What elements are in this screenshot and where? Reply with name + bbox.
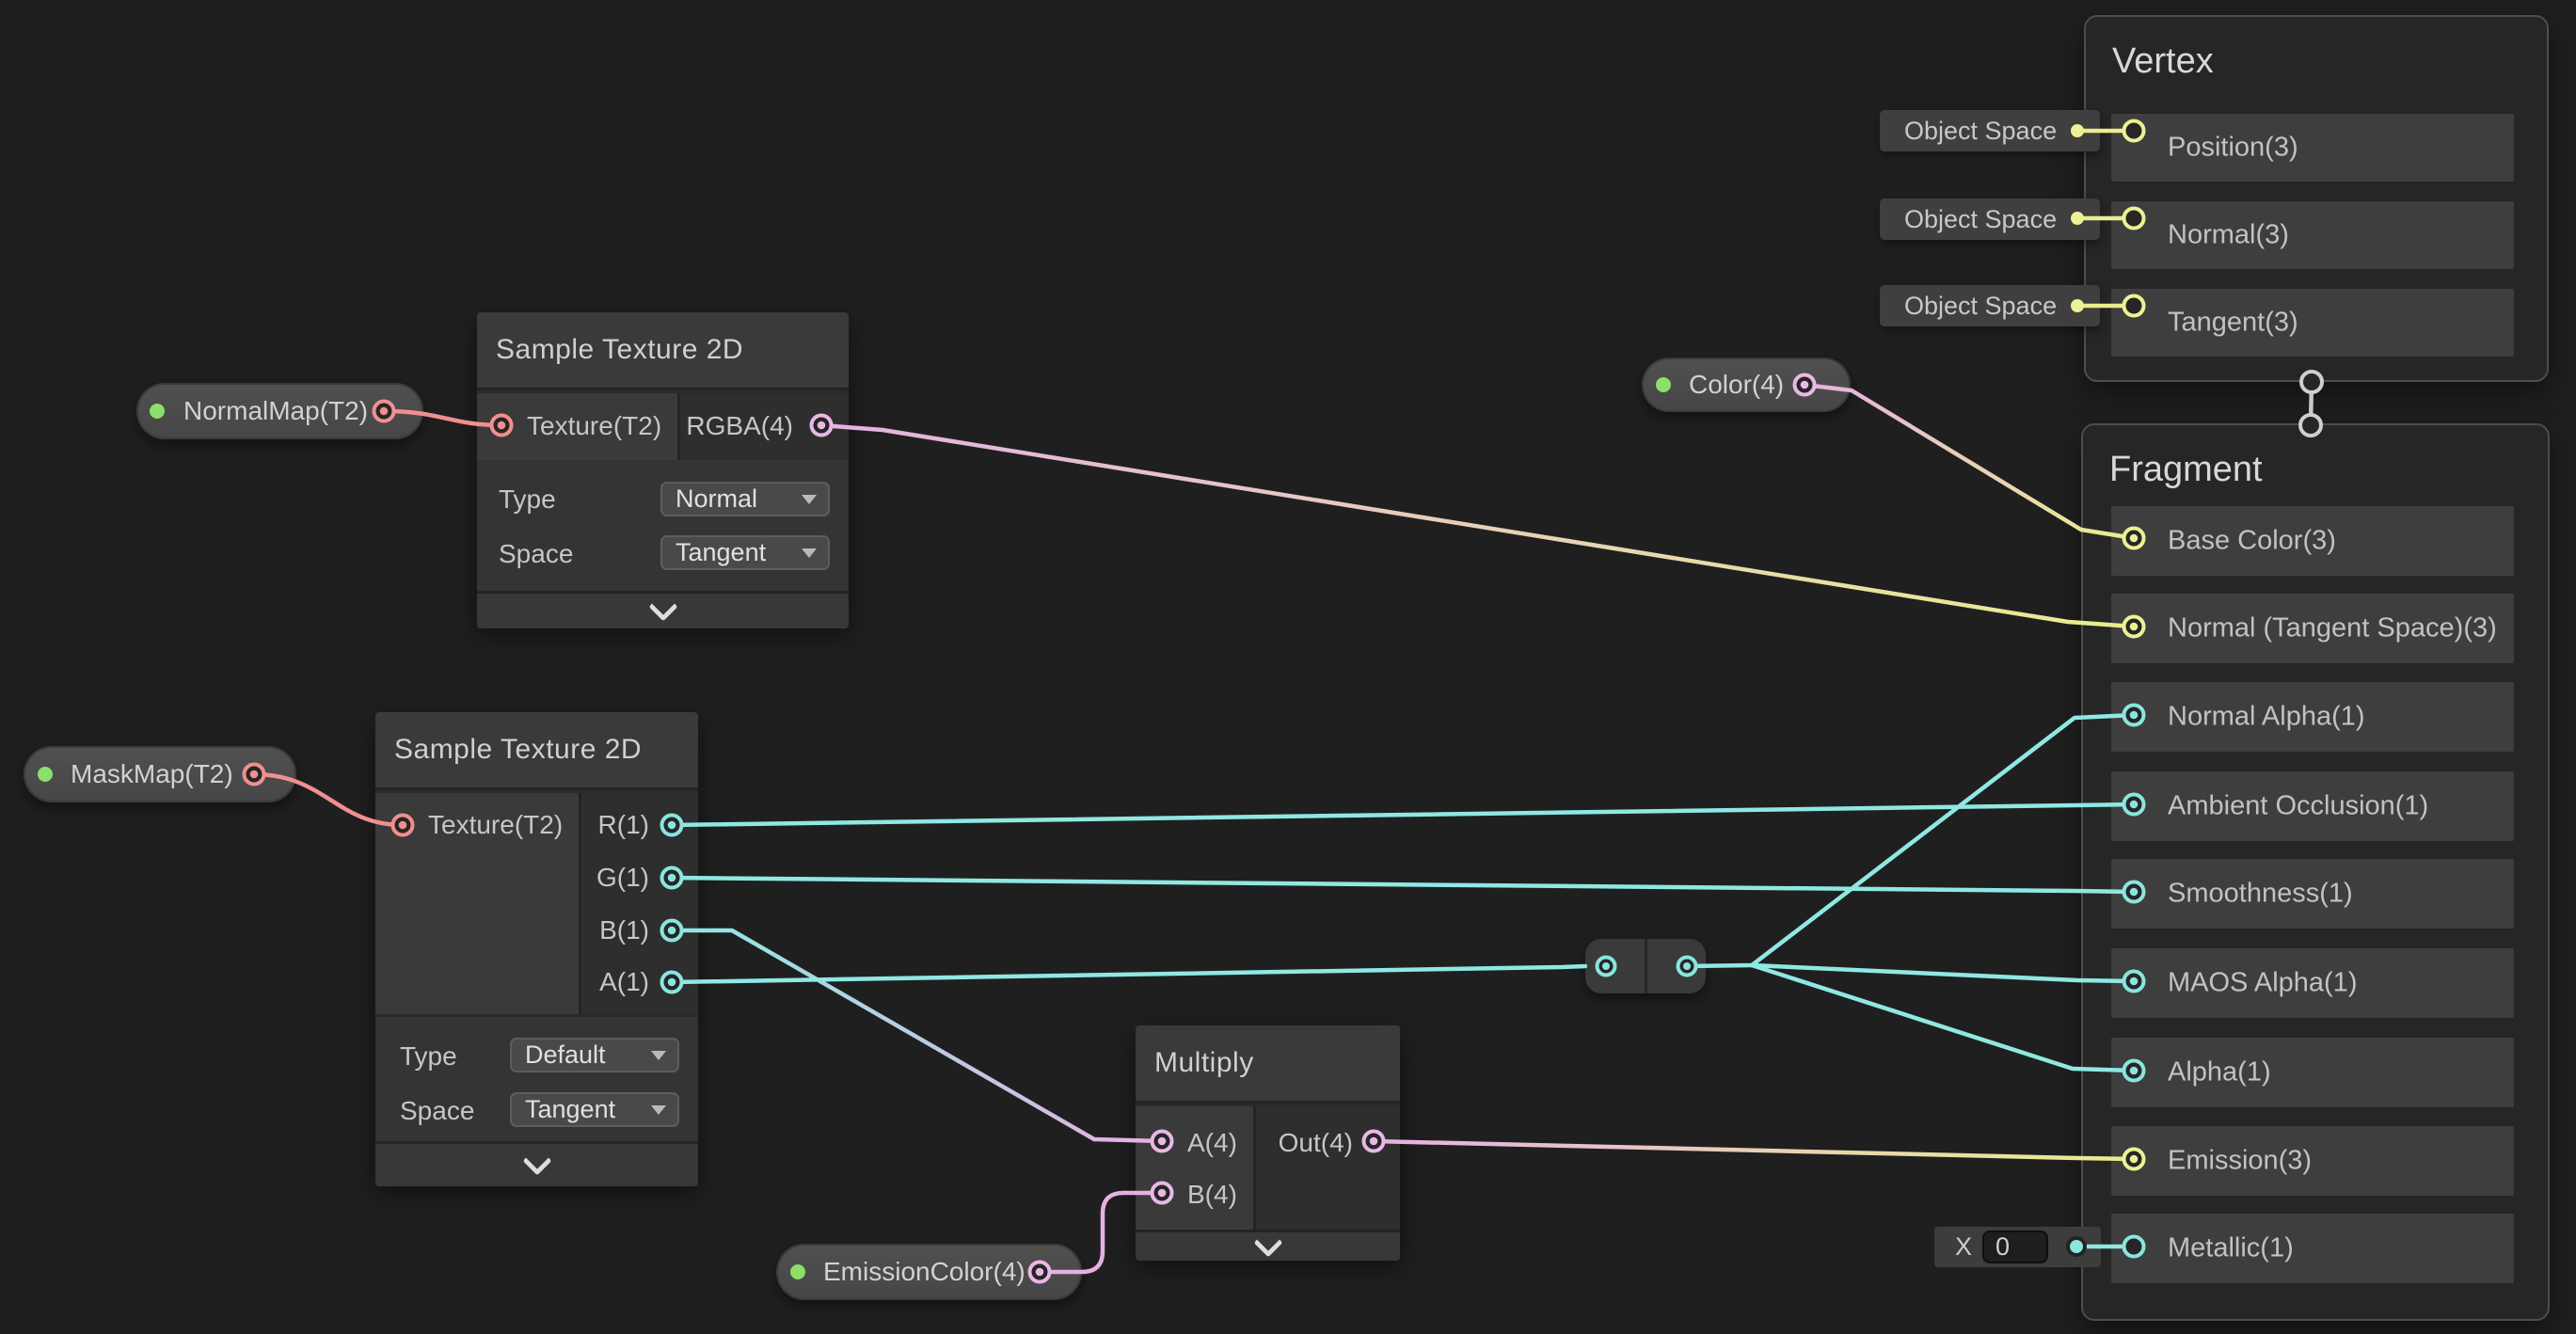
chevron-down-icon (648, 592, 677, 621)
wire-r-to-ambient-occlusion[interactable] (672, 804, 2134, 825)
vertex-slot-position[interactable]: Position(3) (2111, 114, 2514, 182)
fragment-context-node[interactable]: Fragment Base Color(3) Normal (Tangent S… (2081, 423, 2550, 1321)
fragment-slot-alpha[interactable]: Alpha(1) (2111, 1038, 2514, 1107)
slot-label: Normal Alpha(1) (2168, 702, 2365, 733)
space-dropdown-value: Tangent (676, 538, 766, 567)
x-component-label: X (1934, 1232, 1972, 1262)
chevron-down-icon (522, 1146, 551, 1175)
property-pill-normalmap[interactable]: NormalMap(T2) (136, 383, 423, 439)
property-pill-maskmap[interactable]: MaskMap(T2) (24, 746, 296, 802)
a-input-label: A(4) (1187, 1128, 1237, 1158)
texture-input-label: Texture(T2) (428, 810, 563, 840)
wire-multiply-out-to-emission[interactable] (1374, 1141, 2134, 1159)
wire-a-to-redirect[interactable] (672, 966, 1585, 982)
texture-input-label: Texture(T2) (527, 411, 661, 441)
sample-texture-2d-node-top[interactable]: Sample Texture 2D Texture(T2) RGBA(4) Ty… (477, 312, 849, 626)
slot-label: Normal (Tangent Space)(3) (2168, 613, 2497, 644)
dropdown-arrow-icon (802, 548, 817, 558)
input-cell (1136, 1106, 1256, 1230)
type-label: Type (400, 1041, 457, 1072)
multiply-node[interactable]: Multiply A(4) B(4) Out(4) (1136, 1025, 1400, 1258)
fragment-slot-ambient-occlusion[interactable]: Ambient Occlusion(1) (2111, 771, 2514, 841)
node-title: Sample Texture 2D (394, 734, 642, 766)
fragment-slot-normal-tangent-space[interactable]: Normal (Tangent Space)(3) (2111, 594, 2514, 663)
fragment-slot-maos-alpha[interactable]: MAOS Alpha(1) (2111, 948, 2514, 1018)
property-label: NormalMap(T2) (136, 396, 368, 426)
property-label: Color(4) (1642, 370, 1784, 400)
wire-b-to-multiply-a[interactable] (672, 930, 1162, 1141)
dropdown-arrow-icon (802, 495, 817, 504)
b-input-label: B(4) (1187, 1180, 1237, 1210)
dropdown-arrow-icon (651, 1051, 666, 1060)
sample-texture-2d-node-bottom[interactable]: Sample Texture 2D Texture(T2) R(1) G(1) … (375, 712, 698, 1183)
node-body (477, 460, 849, 591)
node-title: Multiply (1154, 1047, 1254, 1079)
output-cell (1256, 1106, 1400, 1230)
type-dropdown[interactable]: Default (510, 1038, 679, 1072)
type-dropdown[interactable]: Normal (660, 482, 830, 516)
space-dropdown[interactable]: Tangent (660, 535, 830, 570)
slot-label: Metallic(1) (2168, 1233, 2294, 1264)
slot-label: Base Color(3) (2168, 526, 2336, 557)
property-label: MaskMap(T2) (24, 759, 233, 789)
badge-label: Object Space (1880, 292, 2057, 321)
rgba-output-label: RGBA(4) (686, 411, 793, 441)
property-pill-emissioncolor[interactable]: EmissionColor(4) (776, 1244, 1082, 1300)
redirect-divider (1645, 939, 1647, 993)
space-dropdown-value: Tangent (525, 1095, 615, 1124)
wire-rgba-to-normal-tangent-space[interactable] (821, 425, 2134, 627)
redirect-node[interactable] (1585, 939, 1706, 993)
type-dropdown-value: Default (525, 1040, 606, 1070)
object-space-badge-position[interactable]: Object Space (1880, 110, 2100, 151)
chevron-down-icon (1253, 1228, 1282, 1257)
slot-label: Normal(3) (2168, 220, 2289, 251)
vertex-node-title: Vertex (2112, 41, 2214, 82)
fragment-slot-smoothness[interactable]: Smoothness(1) (2111, 859, 2514, 929)
property-label: EmissionColor(4) (776, 1257, 1026, 1287)
metallic-value-input[interactable] (1982, 1231, 2048, 1263)
slot-label: Alpha(1) (2168, 1057, 2271, 1088)
wire-g-to-smoothness[interactable] (672, 878, 2134, 892)
badge-label: Object Space (1880, 205, 2057, 234)
b-output-label: B(1) (599, 915, 649, 945)
wire-redirect-to-maos-alpha[interactable] (1752, 965, 2134, 981)
fragment-slot-metallic[interactable]: Metallic(1) (2111, 1214, 2514, 1283)
dropdown-arrow-icon (651, 1105, 666, 1115)
collapse-toggle[interactable] (1136, 1230, 1400, 1261)
vertex-slot-tangent[interactable]: Tangent(3) (2111, 289, 2514, 357)
metallic-float-field: X (1934, 1227, 2101, 1267)
space-dropdown[interactable]: Tangent (510, 1092, 679, 1127)
vertex-context-node[interactable]: Vertex Position(3) Normal(3) Tangent(3) (2084, 15, 2549, 382)
node-title: Sample Texture 2D (496, 334, 743, 366)
slot-label: Smoothness(1) (2168, 879, 2353, 910)
wire-redirect-to-normal-alpha[interactable] (1687, 715, 2134, 966)
fragment-slot-base-color[interactable]: Base Color(3) (2111, 506, 2514, 576)
space-label: Space (400, 1096, 474, 1126)
wire-redirect-to-alpha[interactable] (1752, 965, 2134, 1071)
property-pill-color[interactable]: Color(4) (1642, 357, 1851, 412)
g-output-label: G(1) (596, 863, 649, 893)
slot-label: Tangent(3) (2168, 308, 2298, 339)
a-output-label: A(1) (599, 967, 649, 997)
slot-label: Ambient Occlusion(1) (2168, 791, 2428, 822)
type-label: Type (499, 484, 556, 515)
fragment-slot-emission[interactable]: Emission(3) (2111, 1126, 2514, 1196)
vertex-fragment-chain-link[interactable] (2311, 382, 2312, 425)
vertex-slot-normal[interactable]: Normal(3) (2111, 201, 2514, 269)
collapse-toggle[interactable] (477, 591, 849, 628)
slot-label: Emission(3) (2168, 1146, 2312, 1177)
out-output-label: Out(4) (1279, 1128, 1353, 1158)
slot-label: Position(3) (2168, 133, 2298, 164)
type-dropdown-value: Normal (676, 484, 757, 514)
fragment-slot-normal-alpha[interactable]: Normal Alpha(1) (2111, 682, 2514, 752)
collapse-toggle[interactable] (375, 1141, 698, 1186)
object-space-badge-tangent[interactable]: Object Space (1880, 285, 2100, 326)
fragment-node-title: Fragment (2109, 450, 2263, 490)
r-output-label: R(1) (598, 810, 649, 840)
object-space-badge-normal[interactable]: Object Space (1880, 199, 2100, 240)
slot-label: MAOS Alpha(1) (2168, 968, 2357, 999)
badge-label: Object Space (1880, 117, 2057, 146)
shader-graph-canvas[interactable]: Vertex Position(3) Normal(3) Tangent(3) … (0, 0, 2576, 1334)
space-label: Space (499, 539, 573, 569)
